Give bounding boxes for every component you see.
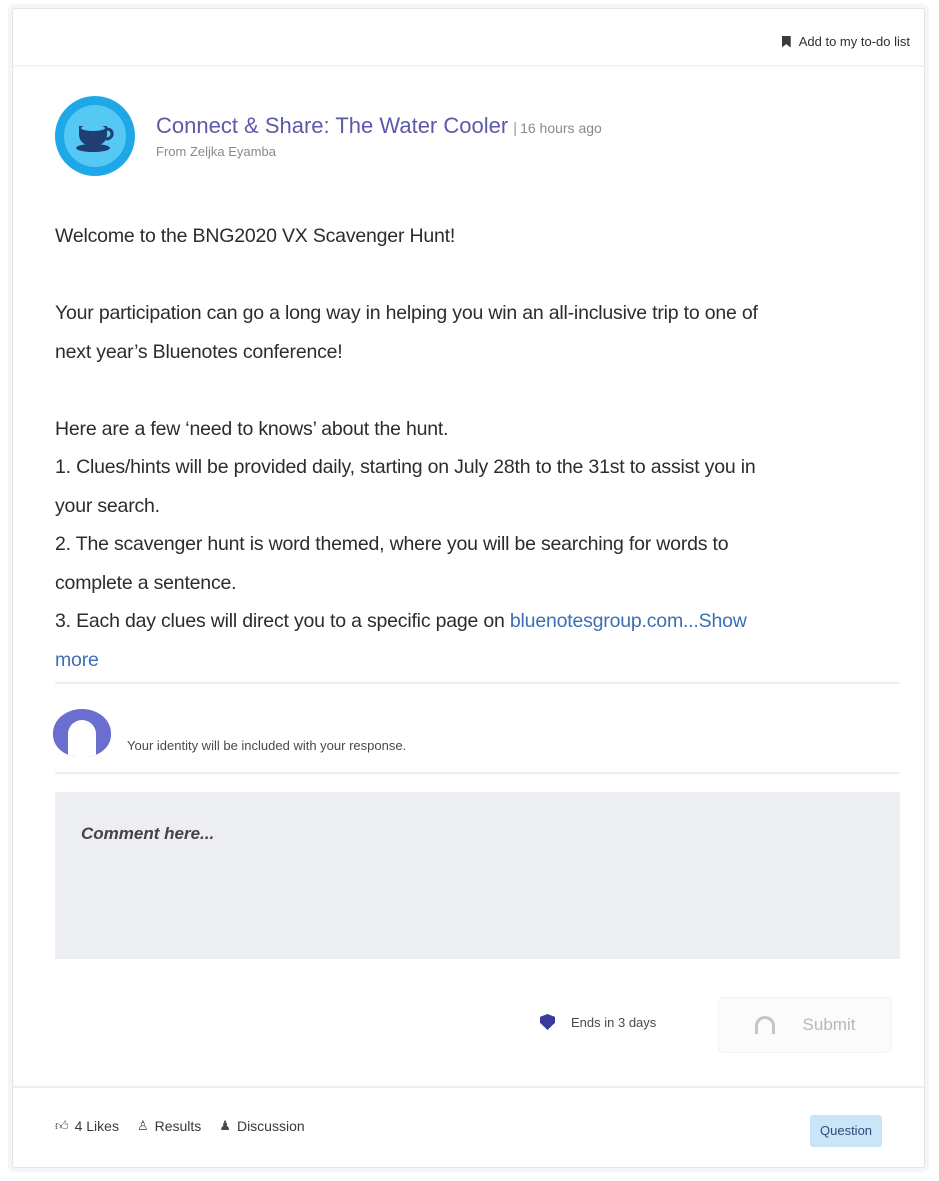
item-3-text: 3. Each day clues will direct you to a s… [55, 610, 510, 632]
coffee-cup-icon [76, 125, 114, 152]
intro-line-2: next year’s Bluenotes conference! [55, 340, 343, 363]
bookmark-icon [781, 35, 791, 48]
results-label: Results [154, 1118, 202, 1134]
title-separator: | [513, 120, 518, 137]
identity-notice: Your identity will be included with your… [53, 709, 406, 757]
results-button[interactable]: ♙ Results [137, 1118, 201, 1134]
deadline-info: Ends in 3 days [540, 1014, 656, 1030]
post-card: Add to my to-do list Connect & Share: Th… [12, 8, 925, 1168]
shield-icon [540, 1014, 555, 1030]
item-1-line-1: 1. Clues/hints will be provided daily, s… [55, 456, 756, 478]
post-body: Welcome to the BNG2020 VX Scavenger Hunt… [55, 217, 890, 679]
item-2-line-2: complete a sentence. [55, 571, 237, 594]
footer-divider [13, 1086, 924, 1088]
submit-label: Submit [802, 1015, 856, 1034]
need-to-knows: Here are a few ‘need to knows’ about the… [55, 417, 449, 440]
post-header: Connect & Share: The Water Cooler | 16 h… [55, 96, 602, 176]
question-badge: Question [810, 1115, 883, 1147]
submit-button[interactable]: Submit [718, 997, 892, 1053]
avatar [53, 709, 111, 757]
likes-label: 4 Likes [74, 1118, 119, 1134]
deadline-text: Ends in 3 days [571, 1014, 657, 1030]
show-more-link-cont[interactable]: more [55, 649, 99, 671]
item-3: 3. Each day clues will direct you to a s… [55, 602, 890, 641]
show-more-link[interactable]: ...Show [683, 610, 747, 632]
discussion-label: Discussion [236, 1118, 305, 1134]
body-divider [55, 682, 900, 684]
headphones-icon [754, 1016, 775, 1034]
channel-title-link[interactable]: Connect & Share: The Water Cooler [156, 113, 508, 139]
identity-divider [55, 772, 900, 774]
thumbs-up-icon: 👍︎ [55, 1118, 69, 1133]
post-heading: Welcome to the BNG2020 VX Scavenger Hunt… [55, 225, 456, 247]
identity-text: Your identity will be included with your… [127, 737, 407, 753]
channel-logo[interactable] [55, 96, 135, 176]
comment-input[interactable] [55, 792, 900, 959]
post-footer: 👍︎ 4 Likes ♙ Results ♟ Discussion [55, 1118, 305, 1134]
header-divider [13, 65, 924, 67]
intro-line-1: Your participation can go a long way in … [55, 302, 758, 324]
discussion-button[interactable]: ♟ Discussion [219, 1118, 304, 1134]
post-time: 16 hours ago [520, 120, 602, 136]
add-to-todo-label: Add to my to-do list [798, 34, 910, 49]
likes-button[interactable]: 👍︎ 4 Likes [55, 1118, 119, 1134]
add-to-todo-button[interactable]: Add to my to-do list [781, 34, 910, 49]
results-icon: ♙ [136, 1118, 149, 1133]
person-icon: ♟ [219, 1118, 231, 1133]
item-2-line-1: 2. The scavenger hunt is word themed, wh… [55, 533, 729, 555]
item-1-line-2: your search. [55, 494, 160, 517]
bluenotes-link[interactable]: bluenotesgroup.com [510, 610, 683, 632]
post-author: From Zeljka Eyamba [156, 144, 276, 159]
